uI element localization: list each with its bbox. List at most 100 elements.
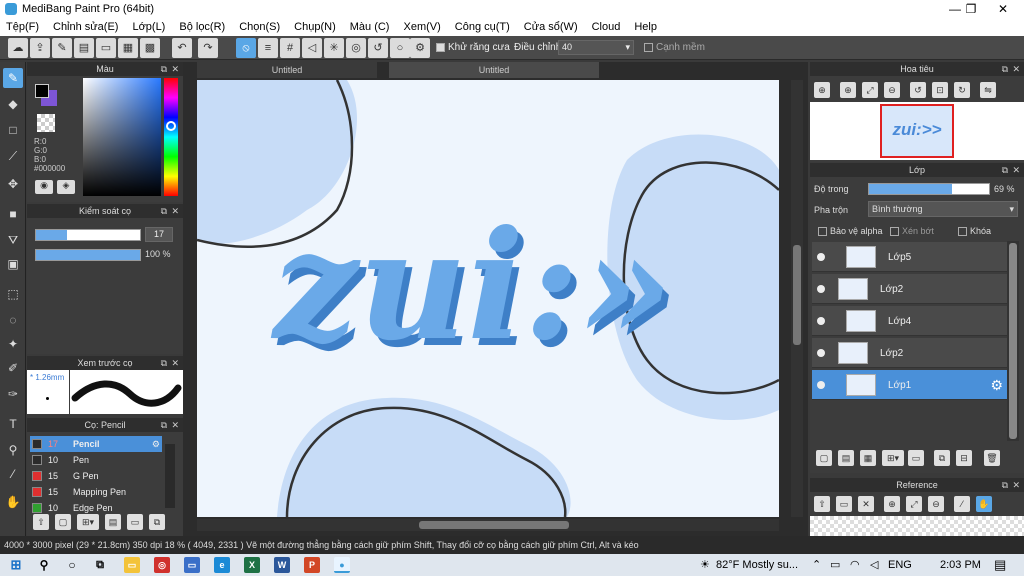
hue-marker[interactable] (166, 121, 176, 131)
add-brush-icon[interactable]: ⇧ (33, 514, 49, 530)
soft-edge-option[interactable]: Cạnh mềm (644, 42, 705, 53)
radial-snap-icon[interactable]: ✳ (324, 38, 344, 58)
close-panel-icon[interactable]: ✕ (1012, 478, 1020, 492)
zoom-out-icon[interactable]: ⊖ (884, 82, 900, 98)
brush-list-item[interactable]: 10 Edge Pen (30, 500, 162, 516)
reference-open-icon[interactable]: ▭ (836, 496, 852, 512)
reference-zoom-out-icon[interactable]: ⊖ (928, 496, 944, 512)
delete-layer-icon[interactable]: 🗑 (984, 450, 1000, 466)
menu-help[interactable]: Help (634, 18, 657, 36)
select-pen-tool-icon[interactable]: ✐ (3, 358, 23, 378)
powerpoint-icon[interactable]: P (304, 557, 320, 573)
brush-settings-icon[interactable]: ▤ (105, 514, 121, 530)
clipping-option[interactable]: Xén bớt (890, 226, 934, 237)
lock-option[interactable]: Khóa (958, 226, 991, 237)
shape-tool-icon[interactable]: □ (3, 120, 23, 140)
layer-settings-icon[interactable]: ⊟ (956, 450, 972, 466)
ellipse-snap-icon[interactable]: ○ (390, 38, 410, 58)
file-explorer-icon[interactable]: ▭ (124, 557, 140, 573)
reference-eyedropper-icon[interactable]: ⁄ (954, 496, 970, 512)
reference-fit-icon[interactable]: ⤢ (906, 496, 922, 512)
gradient-tool-icon[interactable]: ▣ (3, 254, 23, 274)
horizontal-scrollbar[interactable] (197, 519, 779, 531)
windows-start-icon[interactable]: ⊞ (8, 557, 24, 573)
brush-list-item[interactable]: 15 G Pen (30, 468, 162, 484)
clock[interactable]: 2:03 PM (940, 559, 981, 571)
eyedropper-tool-icon[interactable]: ⁄ (3, 464, 23, 484)
task-view-icon[interactable]: ⧉ (92, 557, 108, 573)
close-panel-icon[interactable]: ✕ (171, 356, 179, 370)
operation-tool-icon[interactable]: ⚲ (3, 440, 23, 460)
undock-icon[interactable]: ⧉ (1002, 478, 1008, 492)
layer-folder-icon[interactable]: ▭ (908, 450, 924, 466)
cross-snap-icon[interactable]: # (280, 38, 300, 58)
close-panel-icon[interactable]: ✕ (171, 418, 179, 432)
weather-icon[interactable]: ☀ (700, 558, 710, 571)
brush-folder-icon[interactable]: ▭ (127, 514, 143, 530)
layer-row[interactable]: Lớp2 (812, 274, 1007, 304)
horizontal-scroll-thumb[interactable] (419, 521, 569, 529)
hue-slider[interactable] (164, 78, 178, 196)
redo-icon[interactable]: ↷ (198, 38, 218, 58)
brush-list-item[interactable]: 10 Pen (30, 452, 162, 468)
undock-icon[interactable]: ⧉ (161, 204, 167, 218)
curve-snap-icon[interactable]: ↺ (368, 38, 388, 58)
fit-icon[interactable]: ⤢ (862, 82, 878, 98)
layer-visibility-icon[interactable] (817, 317, 825, 325)
layer-row[interactable]: Lớp4 (812, 306, 1007, 336)
menu-select[interactable]: Chọn(S) (239, 18, 280, 36)
brush-list-scrollbar[interactable] (165, 444, 175, 508)
network-icon[interactable]: ▭ (830, 558, 840, 571)
menu-view[interactable]: Xem(V) (403, 18, 440, 36)
bucket-tool-icon[interactable]: ⛛ (3, 230, 23, 250)
brush-size-value[interactable]: 17 (145, 227, 173, 242)
new-brush-icon[interactable]: ▢ (55, 514, 71, 530)
document-tab-1[interactable]: Untitled (197, 62, 377, 78)
menu-cloud[interactable]: Cloud (592, 18, 621, 36)
flip-icon[interactable]: ⇋ (980, 82, 996, 98)
antialias-option[interactable]: Khử răng cưa (436, 42, 510, 53)
layer-visibility-icon[interactable] (817, 285, 825, 293)
layer-visibility-icon[interactable] (817, 349, 825, 357)
fill-rect-tool-icon[interactable]: ■ (3, 204, 23, 224)
parallel-snap-icon[interactable]: ≡ (258, 38, 278, 58)
undock-icon[interactable]: ⧉ (161, 418, 167, 432)
edge-browser-icon[interactable]: e (214, 557, 230, 573)
layer-row[interactable]: Lớp1 ⚙ (812, 370, 1007, 400)
merge-layer-icon[interactable]: ⧉ (934, 450, 950, 466)
brush-copy-icon[interactable]: ⧉ (149, 514, 165, 530)
zoom-in-icon[interactable]: ⊕ (814, 82, 830, 98)
search-icon[interactable]: ⚲ (36, 557, 52, 573)
drawing-canvas[interactable]: zui:» zui:» (197, 80, 779, 517)
zoom-in-2-icon[interactable]: ⊕ (840, 82, 856, 98)
text-tool-icon[interactable]: T (3, 414, 23, 434)
new-layer-icon[interactable]: ▢ (816, 450, 832, 466)
foreground-color-swatch-front[interactable] (35, 84, 49, 98)
rotate-left-icon[interactable]: ↺ (910, 82, 926, 98)
weather-text[interactable]: 82°F Mostly su... (716, 559, 798, 571)
vanishing-snap-icon[interactable]: ◁ (302, 38, 322, 58)
close-button[interactable]: ✕ (980, 0, 1024, 18)
medibang-taskbar-icon[interactable]: ● (334, 557, 350, 573)
reference-hand-icon[interactable]: ✋ (976, 496, 992, 512)
circle-snap-icon[interactable]: ◎ (346, 38, 366, 58)
panel-icon[interactable]: ▭ (96, 38, 116, 58)
settings-snap-icon[interactable]: ⚙ (410, 38, 430, 58)
undock-icon[interactable]: ⧉ (161, 356, 167, 370)
menu-layer[interactable]: Lớp(L) (132, 18, 165, 36)
cortana-icon[interactable]: ○ (64, 557, 80, 573)
menu-edit[interactable]: Chỉnh sửa(E) (53, 18, 118, 36)
reference-zoom-in-icon[interactable]: ⊕ (884, 496, 900, 512)
brush-size-slider[interactable] (35, 229, 141, 241)
add-layer-menu-icon[interactable]: ⊞▾ (882, 450, 904, 466)
protect-alpha-option[interactable]: Bảo vệ alpha (818, 226, 883, 237)
correction-select[interactable]: 40 ▾ (558, 40, 634, 55)
palette-icon[interactable]: ◉ (35, 180, 53, 194)
wifi-icon[interactable]: ◠ (850, 558, 860, 571)
word-icon[interactable]: W (274, 557, 290, 573)
close-panel-icon[interactable]: ✕ (171, 204, 179, 218)
app-red-icon[interactable]: ◎ (154, 557, 170, 573)
menu-color[interactable]: Màu (C) (350, 18, 390, 36)
vertical-scroll-thumb[interactable] (793, 245, 801, 345)
tray-chevron-icon[interactable]: ⌃ (812, 558, 821, 571)
